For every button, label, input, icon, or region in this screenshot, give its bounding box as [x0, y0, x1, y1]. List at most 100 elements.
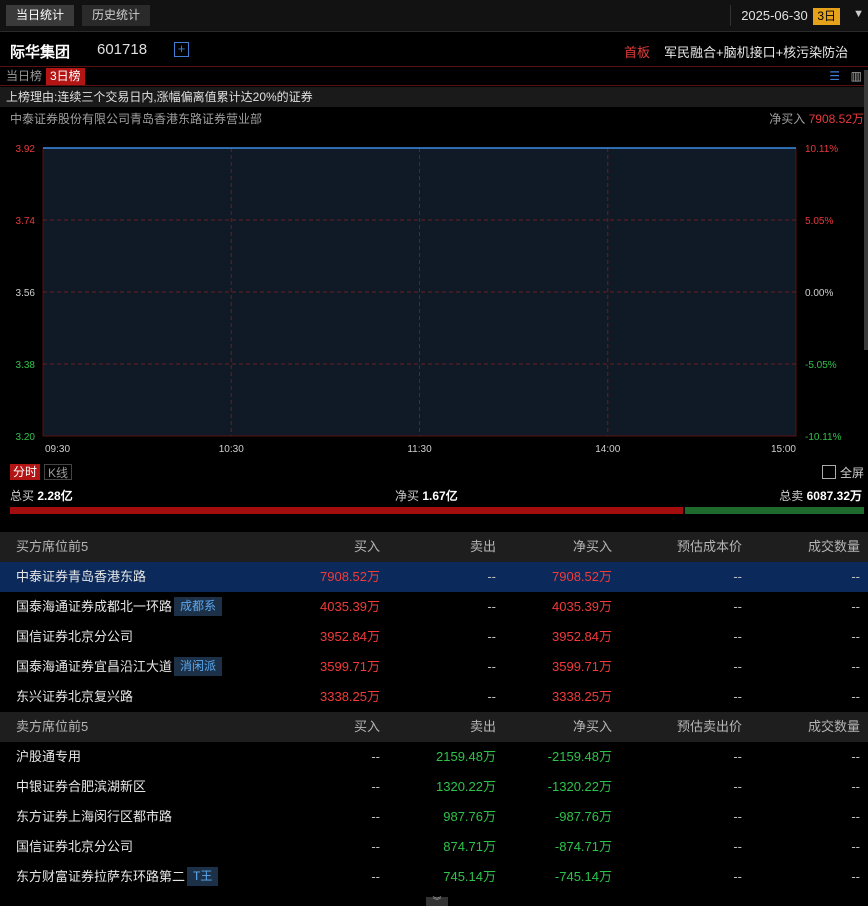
seat-name-cell[interactable]: 东兴证券北京复兴路: [16, 682, 133, 712]
net-cell: 3338.25万: [552, 689, 612, 704]
seat-name-cell[interactable]: 中泰证券青岛香港东路: [16, 562, 146, 592]
table-row[interactable]: 国泰海通证券宜昌沿江大道 消闲派 3599.71万 -- 3599.71万 -- --: [0, 652, 868, 682]
intraday-tab[interactable]: 分时: [10, 464, 41, 480]
cost-cell: --: [733, 599, 742, 614]
seat-name-cell[interactable]: 中银证券合肥滨湖新区: [16, 772, 146, 802]
seat-name: 国泰海通证券成都北一环路: [16, 599, 173, 614]
sell-cell: 2159.48万: [436, 749, 496, 764]
list-view-icon[interactable]: ☰: [829, 69, 840, 83]
scrollbar[interactable]: [864, 70, 868, 350]
trader-tag[interactable]: T王: [187, 867, 219, 886]
net-cell: 7908.52万: [552, 569, 612, 584]
sell-ratio-fill: [684, 507, 864, 514]
vol-cell: --: [851, 569, 860, 584]
vol-cell: --: [851, 779, 860, 794]
table-row[interactable]: 国信证券北京分公司 -- 874.71万 -874.71万 -- --: [0, 832, 868, 862]
sell-cell: 987.76万: [443, 809, 496, 824]
buy-cell: --: [371, 779, 380, 794]
chevron-down-icon[interactable]: ▼: [853, 8, 864, 20]
buy-cell: 4035.39万: [320, 599, 380, 614]
net-cell: -1320.22万: [547, 779, 612, 794]
table-row[interactable]: 东兴证券北京复兴路 3338.25万 -- 3338.25万 -- --: [0, 682, 868, 712]
trader-tag[interactable]: 消闲派: [174, 657, 223, 676]
y-tick-left: 3.92: [16, 144, 36, 155]
x-tick: 15:00: [771, 444, 796, 455]
top-bar: 当日统计 历史统计 2025-06-30 3日 ▼: [0, 0, 868, 32]
cost-cell: --: [733, 749, 742, 764]
date-selector[interactable]: 2025-06-30 3日: [730, 5, 840, 26]
bar-chart-icon[interactable]: ▥: [851, 69, 862, 83]
y-tick-right: -10.11%: [805, 432, 842, 443]
seat-name-cell[interactable]: 东方财富证券拉萨东环路第二 T王: [16, 862, 219, 892]
trader-tag[interactable]: 成都系: [174, 597, 223, 616]
intraday-chart[interactable]: 3.92 10.11% 3.74 5.05% 3.56 0.00% 3.38 -5.05% 3.…: [0, 130, 868, 460]
fullscreen-label[interactable]: 全屏: [840, 464, 864, 481]
column-header[interactable]: 成交数量: [808, 712, 860, 742]
buy-cell: --: [371, 839, 380, 854]
period-tab-3day[interactable]: 3日榜: [46, 68, 85, 85]
tab-history-stats[interactable]: 历史统计: [82, 5, 151, 26]
y-tick-right: 10.11%: [805, 144, 838, 155]
seat-name-cell[interactable]: 国泰海通证券成都北一环路 成都系: [16, 592, 223, 622]
column-header[interactable]: 预估卖出价: [677, 712, 742, 742]
vol-cell: --: [851, 809, 860, 824]
vol-cell: --: [851, 659, 860, 674]
net-cell: -2159.48万: [547, 749, 612, 764]
seat-name: 中泰证券青岛香港东路: [16, 569, 147, 584]
concept-tags: 军民融合+脑机接口+核污染防治: [664, 45, 849, 60]
buy-cell: 7908.52万: [320, 569, 380, 584]
seat-name-cell[interactable]: 东方证券上海闵行区都市路: [16, 802, 172, 832]
vol-cell: --: [851, 869, 860, 884]
net-buy-label: 净买: [395, 489, 420, 503]
vol-cell: --: [851, 689, 860, 704]
column-header[interactable]: 买入: [354, 532, 380, 562]
net-buy: 净买 1.67亿: [395, 485, 458, 507]
sell-cell: 874.71万: [443, 839, 496, 854]
table-row[interactable]: 国泰海通证券成都北一环路 成都系 4035.39万 -- 4035.39万 -- --: [0, 592, 868, 622]
table-row[interactable]: 中银证券合肥滨湖新区 -- 1320.22万 -1320.22万 -- --: [0, 772, 868, 802]
kline-tab[interactable]: K线: [44, 464, 73, 480]
column-header[interactable]: 买入: [354, 712, 380, 742]
sell-cell: --: [487, 689, 496, 704]
seat-name: 沪股通专用: [16, 749, 82, 764]
column-header[interactable]: 净买入: [573, 532, 612, 562]
period-tab-today[interactable]: 当日榜: [2, 68, 46, 85]
expand-chevron-icon[interactable]: ︾: [426, 897, 448, 906]
total-sell-value: 6087.32万: [806, 489, 862, 503]
seat-net-value: 7908.52万: [808, 112, 864, 126]
sell-cell: --: [487, 569, 496, 584]
cost-cell: --: [733, 839, 742, 854]
column-header[interactable]: 预估成本价: [677, 532, 742, 562]
tab-today-stats[interactable]: 当日统计: [6, 5, 75, 26]
seat-tables: 买方席位前5 买入 卖出 净买入 预估成本价 成交数量 中泰证券青岛香港东路 7908.52万…: [0, 532, 868, 892]
column-header[interactable]: 净买入: [573, 712, 612, 742]
seat-name-cell[interactable]: 国信证券北京分公司: [16, 832, 133, 862]
buy_table-header: 买方席位前5 买入 卖出 净买入 预估成本价 成交数量: [0, 532, 868, 562]
column-header[interactable]: 卖出: [470, 532, 496, 562]
stock-name[interactable]: 际华集团: [10, 41, 70, 62]
x-tick: 09:30: [45, 444, 70, 455]
sell-cell: --: [487, 599, 496, 614]
column-header[interactable]: 成交数量: [808, 532, 860, 562]
seat-name: 中泰证券股份有限公司青岛香港东路证券营业部: [10, 112, 263, 126]
seat-name-cell[interactable]: 沪股通专用: [16, 742, 81, 772]
buy-cell: --: [371, 749, 380, 764]
buy-cell: --: [371, 869, 380, 884]
table-row[interactable]: 东方财富证券拉萨东环路第二 T王 -- 745.14万 -745.14万 -- --: [0, 862, 868, 892]
cost-cell: --: [733, 569, 742, 584]
cost-cell: --: [733, 629, 742, 644]
column-header[interactable]: 卖出: [470, 712, 496, 742]
date-range-badge: 3日: [813, 8, 840, 25]
net-buy-value: 1.67亿: [422, 489, 458, 503]
period-tabs: 当日榜 3日榜 ☰ ▥: [0, 67, 868, 86]
table-row[interactable]: 中泰证券青岛香港东路 7908.52万 -- 7908.52万 -- --: [0, 562, 868, 592]
table-row[interactable]: 国信证券北京分公司 3952.84万 -- 3952.84万 -- --: [0, 622, 868, 652]
add-watchlist-icon[interactable]: +: [174, 42, 189, 57]
seat-name-cell[interactable]: 国信证券北京分公司: [16, 622, 133, 652]
buy-sell-ratio-bar: [10, 507, 864, 514]
totals-row: 总买 2.28亿 净买 1.67亿 总卖 6087.32万: [0, 485, 868, 507]
seat-name-cell[interactable]: 国泰海通证券宜昌沿江大道 消闲派: [16, 652, 223, 682]
fullscreen-icon[interactable]: [822, 465, 836, 479]
table-row[interactable]: 东方证券上海闵行区都市路 -- 987.76万 -987.76万 -- --: [0, 802, 868, 832]
table-row[interactable]: 沪股通专用 -- 2159.48万 -2159.48万 -- --: [0, 742, 868, 772]
